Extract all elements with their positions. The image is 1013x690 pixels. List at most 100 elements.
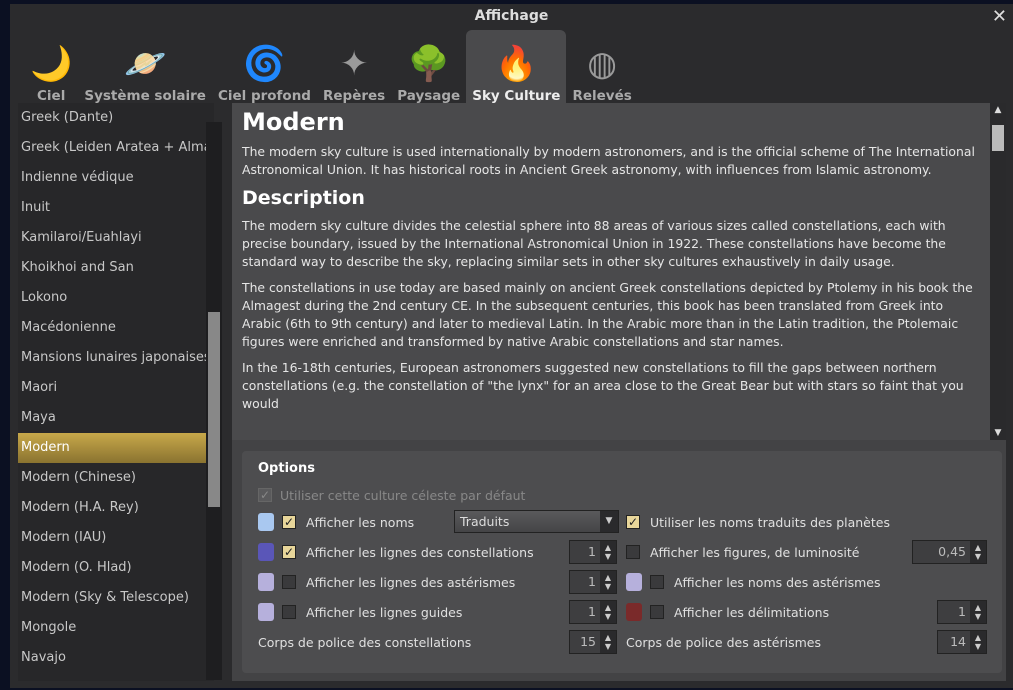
view-dialog: Affichage ✕ 🌙 Ciel 🪐 Système solaire 🌀 Ciel p… [10, 4, 1013, 688]
tab-syst-me-solaire[interactable]: 🪐 Système solaire [78, 30, 212, 104]
tab-relev-s[interactable]: ◍ Relevés [566, 30, 637, 104]
value: 1 [588, 574, 596, 589]
scroll-down-icon[interactable]: ▼ [990, 428, 1006, 438]
tab-icon: 🌳 [407, 44, 450, 84]
list-item[interactable]: Modern (H.A. Rey) [18, 493, 214, 523]
spin-arrows-icon[interactable]: ▲ ▼ [600, 601, 616, 623]
sky-culture-list[interactable]: Greek (Dante) Greek (Leiden Aratea + Alma… [18, 103, 214, 681]
list-item[interactable]: Lokono [18, 283, 214, 313]
label: Utiliser cette culture céleste par défau… [280, 487, 526, 503]
asterism-lines-color-swatch[interactable] [258, 573, 274, 591]
default-culture-checkbox[interactable]: ✓ Utiliser cette culture céleste par défa… [258, 484, 525, 506]
translated-planets-checkbox[interactable]: ✓ [626, 515, 640, 529]
const-lines-checkbox[interactable]: ✓ [282, 545, 296, 559]
guide-lines-checkbox[interactable] [282, 605, 296, 619]
list-scrollbar[interactable] [206, 122, 222, 680]
culture-title: Modern [242, 108, 345, 136]
tab-label: Sky Culture [472, 88, 561, 104]
list-item[interactable]: Maori [18, 373, 214, 403]
spin-arrows-icon[interactable]: ▲ ▼ [600, 571, 616, 593]
tab-rep-res[interactable]: ✦ Repères [317, 30, 391, 104]
asterism-names-checkbox[interactable] [650, 575, 664, 589]
content-panel: Modern The modern sky culture is used in… [232, 103, 1006, 681]
label: Afficher les noms [306, 514, 415, 530]
list-item[interactable]: Modern [18, 433, 214, 463]
boundaries-checkbox[interactable] [650, 605, 664, 619]
scroll-up-icon[interactable]: ▲ [990, 105, 1006, 115]
list-item[interactable]: Kamilaroi/Euahlayi [18, 223, 214, 253]
options-title: Options [258, 461, 315, 476]
description-scrollbar[interactable]: ▲ ▼ [990, 103, 1006, 440]
asterism-lines-width-spinbox[interactable]: 1 ▲ ▼ [569, 570, 617, 594]
chevron-down-icon: ▼ [600, 511, 618, 532]
value: 14 [950, 634, 966, 649]
const-lines-color-swatch[interactable] [258, 543, 274, 561]
boundaries-color-swatch[interactable] [626, 603, 642, 621]
tab-label: Système solaire [84, 88, 206, 104]
list-item[interactable]: Modern (O. Hlad) [18, 553, 214, 583]
tab-bar: 🌙 Ciel 🪐 Système solaire 🌀 Ciel profond ✦ Repèr… [24, 30, 638, 104]
names-color-swatch[interactable] [258, 513, 274, 531]
list-item[interactable]: Navajo [18, 643, 214, 673]
label: Afficher les noms des astérismes [674, 574, 881, 590]
tab-ciel-profond[interactable]: 🌀 Ciel profond [212, 30, 317, 104]
label: Afficher les lignes guides [306, 604, 463, 620]
tab-label: Ciel [37, 88, 66, 104]
asterism-font-size-spinbox[interactable]: 14 ▲ ▼ [937, 630, 987, 654]
label: Corps de police des constellations [258, 634, 472, 650]
tab-icon: 🌀 [243, 44, 286, 84]
show-names-checkbox[interactable]: ✓ [282, 515, 296, 529]
asterism-names-color-swatch[interactable] [626, 573, 642, 591]
figures-brightness-spinbox[interactable]: 0,45 ▲ ▼ [912, 540, 987, 564]
names-mode-select[interactable]: Traduits ▼ [454, 510, 619, 533]
tab-paysage[interactable]: 🌳 Paysage [391, 30, 466, 104]
label: Corps de police des astérismes [626, 634, 821, 650]
list-item[interactable]: Modern (Sky & Telescope) [18, 583, 214, 613]
spin-arrows-icon[interactable]: ▲ ▼ [600, 631, 616, 653]
scrollbar-thumb[interactable] [992, 125, 1004, 151]
list-item[interactable]: Maya [18, 403, 214, 433]
tab-icon: 🔥 [495, 44, 538, 84]
description-paragraph: The modern sky culture divides the celes… [242, 218, 946, 269]
list-item[interactable]: Mansions lunaires japonaises [18, 343, 214, 373]
spin-arrows-icon[interactable]: ▲ ▼ [970, 541, 986, 563]
const-lines-width-spinbox[interactable]: 1 ▲ ▼ [569, 540, 617, 564]
value: 1 [588, 604, 596, 619]
value: 1 [958, 604, 966, 619]
list-item[interactable]: Modern (IAU) [18, 523, 214, 553]
list-item[interactable]: Inuit [18, 193, 214, 223]
description-paragraph: In the 16-18th centuries, European astro… [242, 360, 964, 411]
const-font-size-spinbox[interactable]: 15 ▲ ▼ [569, 630, 617, 654]
spin-arrows-icon[interactable]: ▲ ▼ [970, 631, 986, 653]
value: 1 [588, 544, 596, 559]
tab-icon: ✦ [339, 44, 369, 84]
tab-icon: 🌙 [30, 44, 73, 84]
intro-text: The modern sky culture is used internati… [242, 144, 975, 177]
description-paragraph: The constellations in use today are base… [242, 280, 973, 349]
tab-ciel[interactable]: 🌙 Ciel [24, 30, 78, 104]
close-button[interactable]: ✕ [992, 6, 1007, 27]
tab-label: Paysage [397, 88, 461, 104]
asterism-lines-checkbox[interactable] [282, 575, 296, 589]
guide-lines-color-swatch[interactable] [258, 603, 274, 621]
figures-checkbox[interactable] [626, 545, 640, 559]
tab-label: Relevés [572, 88, 632, 104]
scrollbar-thumb[interactable] [208, 312, 220, 507]
list-item[interactable]: Greek (Leiden Aratea + Alma... [18, 133, 214, 163]
list-item[interactable]: Indienne védique [18, 163, 214, 193]
list-item[interactable]: Modern (Chinese) [18, 463, 214, 493]
guide-lines-width-spinbox[interactable]: 1 ▲ ▼ [569, 600, 617, 624]
tab-sky-culture[interactable]: 🔥 Sky Culture [466, 30, 567, 104]
tab-icon: ◍ [587, 44, 617, 84]
value: 15 [580, 634, 596, 649]
label: Afficher les délimitations [674, 604, 830, 620]
list-item[interactable]: Mongole [18, 613, 214, 643]
list-item[interactable]: Greek (Dante) [18, 103, 214, 133]
spin-arrows-icon[interactable]: ▲ ▼ [600, 541, 616, 563]
list-item[interactable]: Macédonienne [18, 313, 214, 343]
value: 0,45 [938, 544, 966, 559]
label: Afficher les figures, de luminosité [650, 544, 860, 560]
spin-arrows-icon[interactable]: ▲ ▼ [970, 601, 986, 623]
boundaries-width-spinbox[interactable]: 1 ▲ ▼ [937, 600, 987, 624]
list-item[interactable]: Khoikhoi and San [18, 253, 214, 283]
